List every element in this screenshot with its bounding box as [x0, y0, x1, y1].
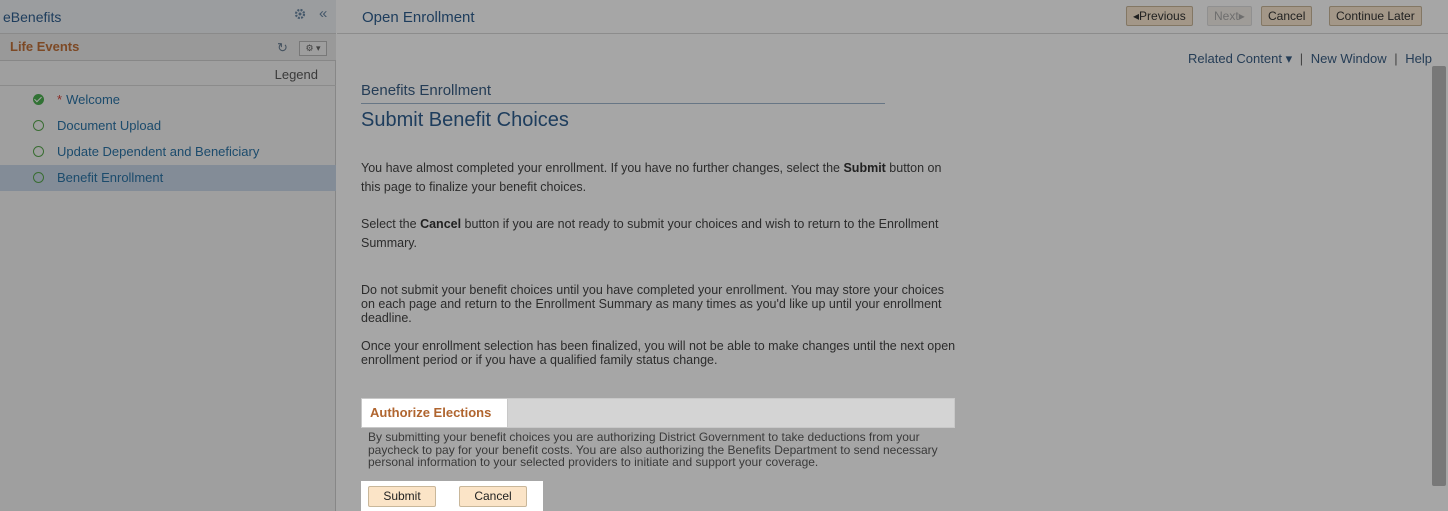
legend-row: Legend — [0, 62, 336, 86]
page-title: Open Enrollment — [362, 9, 475, 26]
authorize-text: By submitting your benefit choices you a… — [368, 430, 938, 469]
text: You have almost completed your enrollmen… — [361, 161, 844, 175]
sidebar-item-text: Welcome — [66, 92, 121, 107]
new-window-link[interactable]: New Window — [1311, 51, 1387, 66]
refresh-icon[interactable]: ↻ — [277, 40, 288, 56]
sidebar-item-label: Document Upload — [57, 118, 162, 133]
next-button[interactable]: Next▸ — [1207, 6, 1252, 26]
bold-text: Cancel — [420, 217, 462, 231]
previous-button[interactable]: ◂Previous — [1126, 6, 1193, 26]
left-navigation-panel: eBenefits « Life Events ↻ ⚙ ▾ Legend * We… — [0, 0, 336, 511]
main-content: Benefits Enrollment Submit Benefit Choic… — [361, 82, 961, 367]
sidebar-item-welcome[interactable]: * Welcome — [0, 87, 336, 113]
bold-text: Submit — [843, 161, 886, 175]
help-link[interactable]: Help — [1405, 51, 1432, 66]
incomplete-status-icon — [33, 146, 44, 157]
collapse-panel-icon[interactable]: « — [319, 5, 327, 22]
section-title: Life Events — [10, 39, 80, 54]
previous-label: Previous — [1139, 9, 1186, 23]
instruction-paragraph-submit: You have almost completed your enrollmen… — [361, 159, 961, 197]
incomplete-status-icon — [33, 120, 44, 131]
gear-icon[interactable] — [294, 8, 306, 20]
instruction-paragraph-store: Do not submit your benefit choices until… — [361, 283, 944, 325]
page-heading: Submit Benefit Choices — [361, 109, 569, 131]
page-header-bar: Open Enrollment ◂Previous Next▸ Cancel C… — [337, 0, 1448, 34]
submit-button[interactable]: Submit — [368, 486, 436, 507]
section-title: Benefits Enrollment — [361, 82, 492, 99]
action-buttons-highlight: Submit Cancel — [361, 481, 543, 511]
app-title: eBenefits — [3, 9, 62, 25]
sidebar-item-label: Update Dependent and Beneficiary — [57, 144, 260, 159]
sidebar-item-benefit-enrollment[interactable]: Benefit Enrollment — [0, 165, 336, 191]
instruction-paragraph-cancel: Select the Cancel button if you are not … — [361, 215, 961, 253]
continue-later-button[interactable]: Continue Later — [1329, 6, 1422, 26]
sidebar-title-bar: eBenefits « — [0, 0, 336, 34]
related-content-label: Related Content — [1188, 51, 1282, 66]
sidebar-item-label: Benefit Enrollment — [57, 170, 164, 185]
complete-status-icon — [33, 94, 44, 105]
required-marker: * — [57, 92, 63, 107]
authorize-elections-header: Authorize Elections — [361, 398, 955, 428]
legend-link[interactable]: Legend — [275, 67, 318, 82]
life-events-header: Life Events ↻ ⚙ ▾ — [0, 34, 336, 61]
authorize-title-highlight: Authorize Elections — [362, 399, 508, 427]
divider: | — [1299, 51, 1304, 66]
related-links-bar: Related Content ▾ | New Window | Help — [1188, 51, 1432, 67]
text: Select the — [361, 217, 421, 231]
header-cancel-button[interactable]: Cancel — [1261, 6, 1313, 26]
sidebar-item-document-upload[interactable]: Document Upload — [0, 113, 336, 139]
sidebar-item-label: * Welcome — [57, 92, 120, 107]
related-content-link[interactable]: Related Content ▾ — [1188, 51, 1292, 66]
authorize-title: Authorize Elections — [370, 405, 492, 420]
chevron-down-icon: ▾ — [1285, 51, 1293, 66]
section-divider — [361, 103, 885, 104]
settings-menu-button[interactable]: ⚙ ▾ — [299, 41, 327, 56]
cancel-button[interactable]: Cancel — [459, 486, 527, 507]
divider: | — [1394, 51, 1398, 66]
sidebar-item-update-dependent[interactable]: Update Dependent and Beneficiary — [0, 139, 336, 165]
vertical-scrollbar[interactable] — [1432, 66, 1446, 486]
next-label: Next — [1214, 9, 1239, 23]
incomplete-status-icon — [33, 172, 44, 183]
instruction-paragraph-finalized: Once your enrollment selection has been … — [361, 339, 956, 367]
